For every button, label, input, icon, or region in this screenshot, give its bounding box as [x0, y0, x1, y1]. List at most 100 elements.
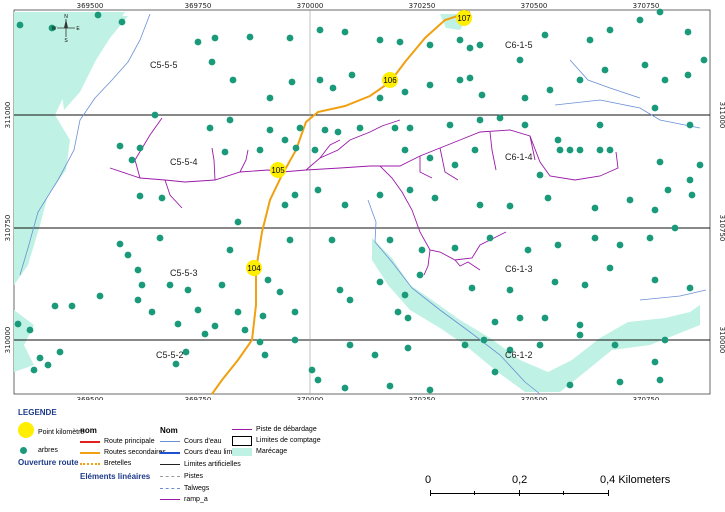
tree-point — [136, 144, 144, 152]
tree-point — [401, 146, 409, 154]
tree-point — [346, 296, 354, 304]
tree-point — [341, 201, 349, 209]
tree-point — [496, 114, 504, 122]
map-canvas[interactable]: 369500 369750 370000 370250 370500 37075… — [0, 0, 725, 400]
tree-point — [156, 234, 164, 242]
scale-label-0-4: 0,4 Kilometers — [600, 474, 671, 486]
tree-point — [30, 366, 38, 374]
tree-point — [14, 320, 22, 328]
tree-point — [404, 344, 412, 352]
x-tick-369750: 369750 — [185, 2, 212, 10]
tree-point — [151, 111, 159, 119]
tree-point — [554, 136, 562, 144]
tree-point — [308, 366, 316, 374]
talwegs-swatch-icon — [160, 488, 180, 489]
tree-point — [256, 146, 264, 154]
tree-point — [468, 284, 476, 292]
tree-point — [118, 18, 126, 26]
block-c6-1-2: C6-1-2 — [505, 350, 533, 360]
piste-debardage-swatch-icon — [232, 429, 252, 430]
tree-point — [286, 236, 294, 244]
tree-point — [246, 33, 254, 41]
route-secondaire-swatch-icon — [80, 452, 100, 454]
tree-point — [264, 276, 272, 284]
tree-point — [656, 376, 664, 384]
tree-point — [461, 341, 469, 349]
tree-point — [636, 16, 644, 24]
tree-point — [466, 44, 474, 52]
tree-point — [314, 376, 322, 384]
tree-point — [226, 246, 234, 254]
tree-point — [541, 314, 549, 322]
tree-point — [194, 38, 202, 46]
tree-point — [686, 121, 694, 129]
tree-point — [94, 11, 102, 19]
tree-point — [259, 312, 267, 320]
tree-point — [606, 26, 614, 34]
limites-comptage-swatch-icon — [232, 436, 252, 446]
tree-point — [208, 58, 216, 66]
tree-point — [166, 281, 174, 289]
tree-point — [314, 186, 322, 194]
svg-text:105: 105 — [271, 166, 285, 175]
x-tick-370500: 370500 — [521, 2, 548, 10]
tree-point — [686, 284, 694, 292]
tree-point — [596, 121, 604, 129]
tree-point — [128, 156, 136, 164]
tree-point — [556, 146, 564, 154]
tree-point — [211, 34, 219, 42]
tree-point — [241, 326, 249, 334]
tree-point — [456, 76, 464, 84]
tree-point — [341, 28, 349, 36]
tree-point — [426, 386, 434, 394]
block-c6-1-5: C6-1-5 — [505, 40, 533, 50]
svg-text:311000: 311000 — [718, 102, 725, 129]
tree-point — [394, 308, 402, 316]
tree-point — [546, 86, 554, 94]
tree-point — [651, 104, 659, 112]
block-c5-5-3: C5-5-3 — [170, 268, 198, 278]
tree-point — [221, 148, 229, 156]
tree-point — [536, 171, 544, 179]
pistes-swatch-icon — [160, 476, 180, 477]
tree-point — [116, 142, 124, 150]
tree-point — [651, 276, 659, 284]
tree-point — [418, 246, 426, 254]
tree-point — [16, 21, 24, 29]
x-tick-369500: 369500 — [77, 2, 104, 10]
svg-text:310750: 310750 — [4, 215, 12, 242]
tree-point — [201, 330, 209, 338]
cours-eau-swatch-icon — [160, 441, 180, 442]
tree-point — [316, 26, 324, 34]
tree-point — [376, 36, 384, 44]
tree-point — [311, 146, 319, 154]
svg-text:310000: 310000 — [718, 327, 725, 354]
tree-point — [281, 201, 289, 209]
tree-point — [348, 71, 356, 79]
tree-point — [431, 194, 439, 202]
tree-point — [391, 124, 399, 132]
tree-point — [286, 34, 294, 42]
km-point-105: 105 — [270, 162, 286, 178]
tree-point — [266, 126, 274, 134]
tree-point — [416, 271, 424, 279]
tree-point — [184, 286, 192, 294]
svg-text:N: N — [64, 14, 68, 20]
cours-eau-limites-swatch-icon — [160, 452, 180, 454]
tree-point — [281, 136, 289, 144]
tree-point — [234, 218, 242, 226]
scale-bar: 0 0,2 0,4 Kilometers — [425, 474, 723, 504]
tree-point — [646, 234, 654, 242]
tree-point — [641, 61, 649, 69]
tree-point — [296, 124, 304, 132]
tree-point — [182, 348, 190, 356]
tree-point — [194, 306, 202, 314]
legend-title: LEGENDE — [18, 408, 57, 417]
ramp-a-swatch-icon — [160, 499, 180, 500]
tree-point — [291, 308, 299, 316]
tree-point — [486, 234, 494, 242]
tree-point — [341, 384, 349, 392]
tree-point — [396, 38, 404, 46]
tree-point — [346, 341, 354, 349]
tree-point — [376, 278, 384, 286]
